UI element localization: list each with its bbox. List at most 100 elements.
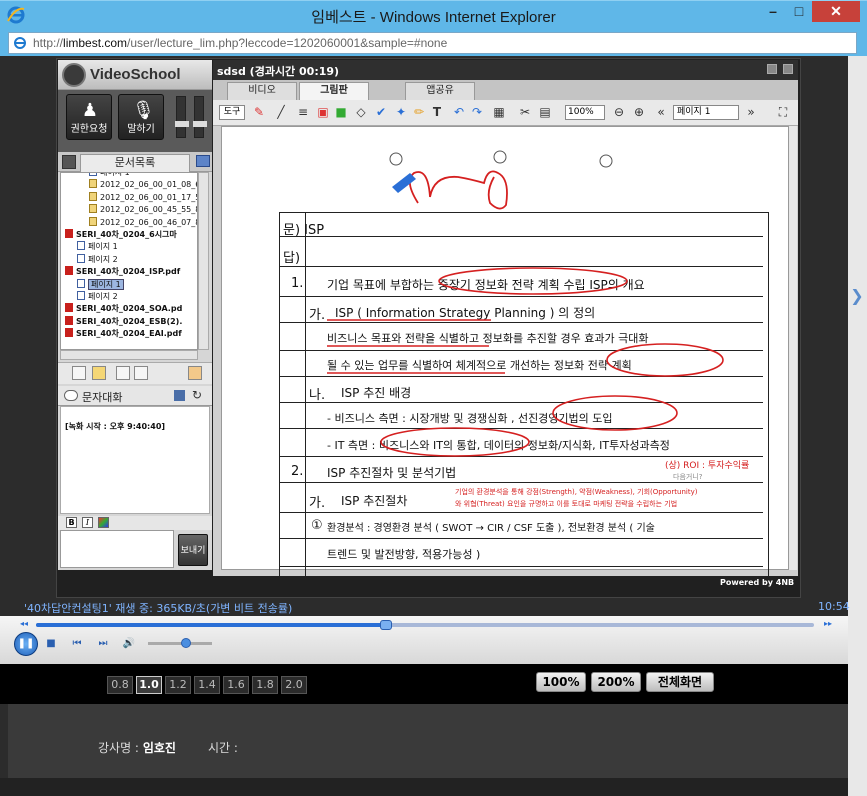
permission-request-button[interactable]: ♟ 권한요청 bbox=[66, 94, 112, 140]
speed-button[interactable]: 2.0 bbox=[281, 676, 307, 694]
speed-button[interactable]: 1.8 bbox=[252, 676, 278, 694]
mic-volume-slider[interactable] bbox=[175, 96, 189, 138]
speed-button[interactable]: 1.4 bbox=[194, 676, 220, 694]
fit-screen-icon[interactable]: ⛶ bbox=[775, 104, 791, 120]
tree-item[interactable]: SERI_40차_0204_6시그마 bbox=[65, 229, 177, 241]
color-picker-icon[interactable] bbox=[98, 517, 109, 528]
seek-bar[interactable] bbox=[36, 620, 814, 630]
tree-item[interactable]: SERI_40차_0204_ESB(2). bbox=[65, 315, 182, 328]
prev-page-icon[interactable]: « bbox=[653, 104, 669, 120]
tree-item[interactable]: 페이지 1 bbox=[89, 173, 130, 179]
line-icon[interactable]: ╱ bbox=[273, 104, 289, 120]
tree-item[interactable]: SERI_40차_0204_ISP.pdf bbox=[65, 266, 180, 278]
highlighter-icon[interactable]: ✏ bbox=[411, 104, 427, 120]
page-select[interactable]: 페이지 1 bbox=[673, 105, 739, 120]
canvas-scrollbar[interactable] bbox=[789, 126, 797, 570]
session-title: sdsd (경과시간 00:19) bbox=[217, 65, 340, 78]
speed-button[interactable]: 1.0 bbox=[136, 676, 162, 694]
pen-icon[interactable]: ✎ bbox=[251, 104, 267, 120]
red-annotations bbox=[327, 267, 724, 457]
tree-item[interactable]: 2012_02_06_00_45_55_8 bbox=[89, 204, 197, 216]
note-icon bbox=[89, 179, 97, 189]
next-page-icon[interactable]: » bbox=[743, 104, 759, 120]
chat-input[interactable] bbox=[60, 530, 174, 568]
undo-icon[interactable]: ↶ bbox=[451, 104, 467, 120]
tree-item[interactable]: 페이지 1 bbox=[77, 241, 118, 253]
scissors-icon[interactable]: ✂ bbox=[517, 104, 533, 120]
tab-video[interactable]: 비디오 bbox=[227, 82, 297, 100]
tree-item[interactable]: 페이지 2 bbox=[77, 291, 118, 303]
fullscreen-button[interactable]: 전체화면 bbox=[646, 672, 714, 692]
pdf-icon bbox=[65, 266, 73, 276]
lecturer-name: 임호진 bbox=[142, 741, 176, 755]
rectangle-icon[interactable]: ▣ bbox=[315, 104, 331, 120]
bottom-bar bbox=[0, 778, 848, 796]
next-icon[interactable]: ⏭ bbox=[96, 638, 110, 650]
tree-hscrollbar[interactable] bbox=[60, 350, 198, 360]
tab-app-share[interactable]: 앱공유 bbox=[405, 82, 475, 100]
tab-document-list[interactable]: 문서목록 bbox=[80, 154, 190, 172]
tree-item[interactable]: 페이지 1 bbox=[77, 278, 124, 291]
save-icon[interactable] bbox=[134, 366, 148, 380]
speaker-volume-slider[interactable] bbox=[193, 96, 207, 138]
zoom-out-icon[interactable]: ⊖ bbox=[611, 104, 627, 120]
eraser-icon[interactable]: ◇ bbox=[353, 104, 369, 120]
pdf-icon bbox=[65, 303, 73, 313]
tree-item[interactable]: 2012_02_06_00_46_07_8 bbox=[89, 216, 197, 229]
close-button[interactable]: ✕ bbox=[812, 1, 860, 22]
tab-whiteboard[interactable]: 그림판 bbox=[299, 82, 369, 100]
edit-icon[interactable] bbox=[188, 366, 202, 380]
image-icon[interactable]: ▤ bbox=[537, 104, 553, 120]
stop-icon[interactable]: ■ bbox=[44, 638, 58, 650]
stamp-icon[interactable]: ✦ bbox=[393, 104, 409, 120]
bold-button[interactable]: B bbox=[66, 517, 77, 528]
address-input[interactable]: http://limbest.com/user/lecture_lim.php?… bbox=[8, 32, 857, 54]
minimize-button[interactable]: – bbox=[760, 1, 786, 22]
tree-item[interactable]: SERI_40차_0204_EAI.pdf bbox=[65, 328, 182, 340]
seek-end-icon[interactable]: ▸▸ bbox=[824, 619, 832, 628]
volume-slider[interactable] bbox=[148, 638, 212, 648]
speed-button[interactable]: 1.2 bbox=[165, 676, 191, 694]
redo-icon[interactable]: ↷ bbox=[469, 104, 485, 120]
refresh-icon[interactable]: ↻ bbox=[192, 388, 202, 402]
seek-start-icon[interactable]: ◂◂ bbox=[20, 619, 28, 628]
line-width-icon[interactable]: ≡ bbox=[295, 104, 311, 120]
tree-item[interactable]: 2012_02_06_00_01_08_6 bbox=[89, 179, 197, 191]
check-icon[interactable]: ✔ bbox=[373, 104, 389, 120]
chat-save-icon[interactable] bbox=[174, 390, 185, 401]
side-expand-icon[interactable]: ❯ bbox=[850, 282, 864, 310]
italic-button[interactable]: I bbox=[82, 517, 93, 528]
zoom-200-button[interactable]: 200% bbox=[591, 672, 641, 692]
board-minimize-icon[interactable] bbox=[767, 64, 777, 74]
zoom-100-button[interactable]: 100% bbox=[536, 672, 586, 692]
board-maximize-icon[interactable] bbox=[783, 64, 793, 74]
speak-button[interactable]: 🎙 말하기 bbox=[118, 94, 164, 140]
chat-bubble-icon bbox=[64, 390, 78, 401]
send-button[interactable]: 보내기 bbox=[178, 534, 208, 566]
volume-handle[interactable] bbox=[181, 638, 192, 648]
folder-icon[interactable] bbox=[196, 155, 210, 167]
text-icon[interactable]: T bbox=[429, 104, 445, 120]
handwritten-sheet: 문) ISP 답) 1. 기업 목표에 부합하는 중장기 정보화 전략 계획 수… bbox=[279, 212, 769, 576]
tree-item[interactable]: 페이지 2 bbox=[77, 253, 118, 266]
pause-button[interactable]: ❚❚ bbox=[14, 632, 38, 656]
fill-icon[interactable]: ■ bbox=[333, 104, 349, 120]
zoom-select[interactable]: 100% bbox=[565, 105, 605, 120]
tree-item[interactable]: 2012_02_06_00_01_17_5 bbox=[89, 191, 197, 204]
speed-button[interactable]: 0.8 bbox=[107, 676, 133, 694]
speed-button[interactable]: 1.6 bbox=[223, 676, 249, 694]
volume-icon[interactable]: 🔊 bbox=[122, 638, 136, 650]
previous-icon[interactable]: ⏮ bbox=[70, 638, 84, 650]
upload-icon[interactable] bbox=[116, 366, 130, 380]
tree-item[interactable]: SERI_40차_0204_SOA.pd bbox=[65, 303, 182, 315]
tool-select[interactable]: 도구 bbox=[219, 105, 245, 120]
seek-handle[interactable] bbox=[380, 620, 393, 630]
grid-icon[interactable]: ▦ bbox=[491, 104, 507, 120]
open-folder-icon[interactable] bbox=[92, 366, 106, 380]
tree-scrollbar[interactable] bbox=[198, 172, 209, 350]
zoom-in-icon[interactable]: ⊕ bbox=[631, 104, 647, 120]
chat-message: [녹화 시작 : 오후 9:40:40] bbox=[65, 422, 166, 431]
new-doc-icon[interactable] bbox=[72, 366, 86, 380]
person-icon[interactable] bbox=[62, 155, 76, 169]
maximize-button[interactable]: □ bbox=[786, 1, 812, 22]
